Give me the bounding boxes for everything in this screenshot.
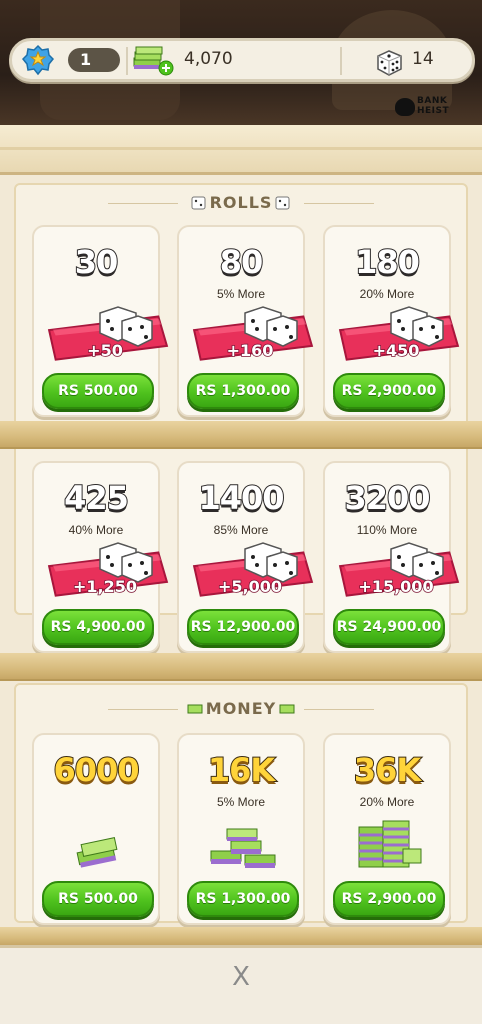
rolls-title: ROLLS <box>0 193 482 212</box>
pack-amount: 425 <box>63 478 130 518</box>
divider <box>126 47 128 75</box>
shelf <box>0 653 482 679</box>
cash-stack-add-icon[interactable] <box>132 46 174 76</box>
cash-value: 4,070 <box>184 49 233 69</box>
buy-button[interactable]: RS 1,300.00 <box>187 373 299 409</box>
bonus-label: 5% More <box>216 795 266 809</box>
roll-pack-card[interactable]: 30 +50 RS 500.00 <box>32 225 169 417</box>
buy-button[interactable]: RS 2,900.00 <box>333 881 445 917</box>
pack-amount: 16K <box>207 750 276 790</box>
dice-value: 14 <box>412 49 434 69</box>
money-label: MONEY <box>205 699 277 718</box>
rolls-label: ROLLS <box>209 193 273 212</box>
close-button[interactable]: X <box>226 962 256 992</box>
buy-button[interactable]: RS 24,900.00 <box>333 609 445 645</box>
buy-button[interactable]: RS 4,900.00 <box>42 609 154 645</box>
buy-button[interactable]: RS 12,900.00 <box>187 609 299 645</box>
shelf <box>0 927 482 945</box>
roll-pack-card[interactable]: 3200 110% More +15,000 RS 24,900.00 <box>323 461 460 653</box>
bottom-bar: X <box>0 945 482 1024</box>
buy-button[interactable]: RS 2,900.00 <box>333 373 445 409</box>
bonus-amount: +450 <box>372 340 420 361</box>
roll-pack-card[interactable]: 1400 85% More +5,000 RS 12,900.00 <box>177 461 314 653</box>
cash-stack-icon <box>358 820 422 868</box>
pack-amount: 80 <box>219 242 265 282</box>
buy-button[interactable]: RS 500.00 <box>42 373 154 409</box>
level-star-icon <box>22 44 54 76</box>
logo-text: BANK HEIST <box>417 96 450 116</box>
pack-amount: 3200 <box>343 478 431 518</box>
bonus-amount: +1,250 <box>72 576 138 597</box>
dice-icon <box>275 196 290 210</box>
roll-pack-card[interactable]: 180 20% More +450 RS 2,900.00 <box>323 225 460 417</box>
bonus-label: 20% More <box>359 795 415 809</box>
status-bar: 1 4,070 14 <box>9 38 475 82</box>
shelf <box>0 421 482 447</box>
roll-pack-card[interactable]: 80 5% More +160 RS 1,300.00 <box>177 225 314 417</box>
money-pack-card[interactable]: 6000 RS 500.00 <box>32 733 160 925</box>
pack-amount: 1400 <box>197 478 285 518</box>
level-value: 1 <box>68 48 120 72</box>
bank-heist-logo: BANK HEIST <box>393 96 471 120</box>
divider <box>340 47 342 75</box>
buy-button[interactable]: RS 1,300.00 <box>187 881 299 917</box>
shop-header <box>0 125 482 175</box>
money-pack-card[interactable]: 16K 5% More RS 1,300.00 <box>177 733 305 925</box>
dice-icon <box>191 196 206 210</box>
money-title: MONEY <box>0 699 482 718</box>
bonus-amount: +5,000 <box>217 576 283 597</box>
shop-panel: ROLLS 30 +50 RS 500.00 80 5% More +160 R… <box>0 125 482 1024</box>
pack-amount: 6000 <box>52 750 140 790</box>
roll-pack-card[interactable]: 425 40% More +1,250 RS 4,900.00 <box>32 461 169 653</box>
shop-cabinet: ROLLS 30 +50 RS 500.00 80 5% More +160 R… <box>0 175 482 945</box>
bonus-amount: +50 <box>86 340 123 361</box>
cash-icon <box>187 704 203 714</box>
bonus-amount: +160 <box>226 340 274 361</box>
bonus-amount: +15,000 <box>358 576 435 597</box>
pack-amount: 36K <box>353 750 422 790</box>
pack-amount: 180 <box>354 242 421 282</box>
robber-mask-icon <box>395 98 415 116</box>
buy-button[interactable]: RS 500.00 <box>42 881 154 917</box>
cash-stack-icon <box>210 828 276 868</box>
money-pack-card[interactable]: 36K 20% More RS 2,900.00 <box>323 733 451 925</box>
cash-stack-icon <box>76 837 118 868</box>
pack-amount: 30 <box>74 242 120 282</box>
dice-icon <box>377 50 402 76</box>
cash-icon <box>279 704 295 714</box>
